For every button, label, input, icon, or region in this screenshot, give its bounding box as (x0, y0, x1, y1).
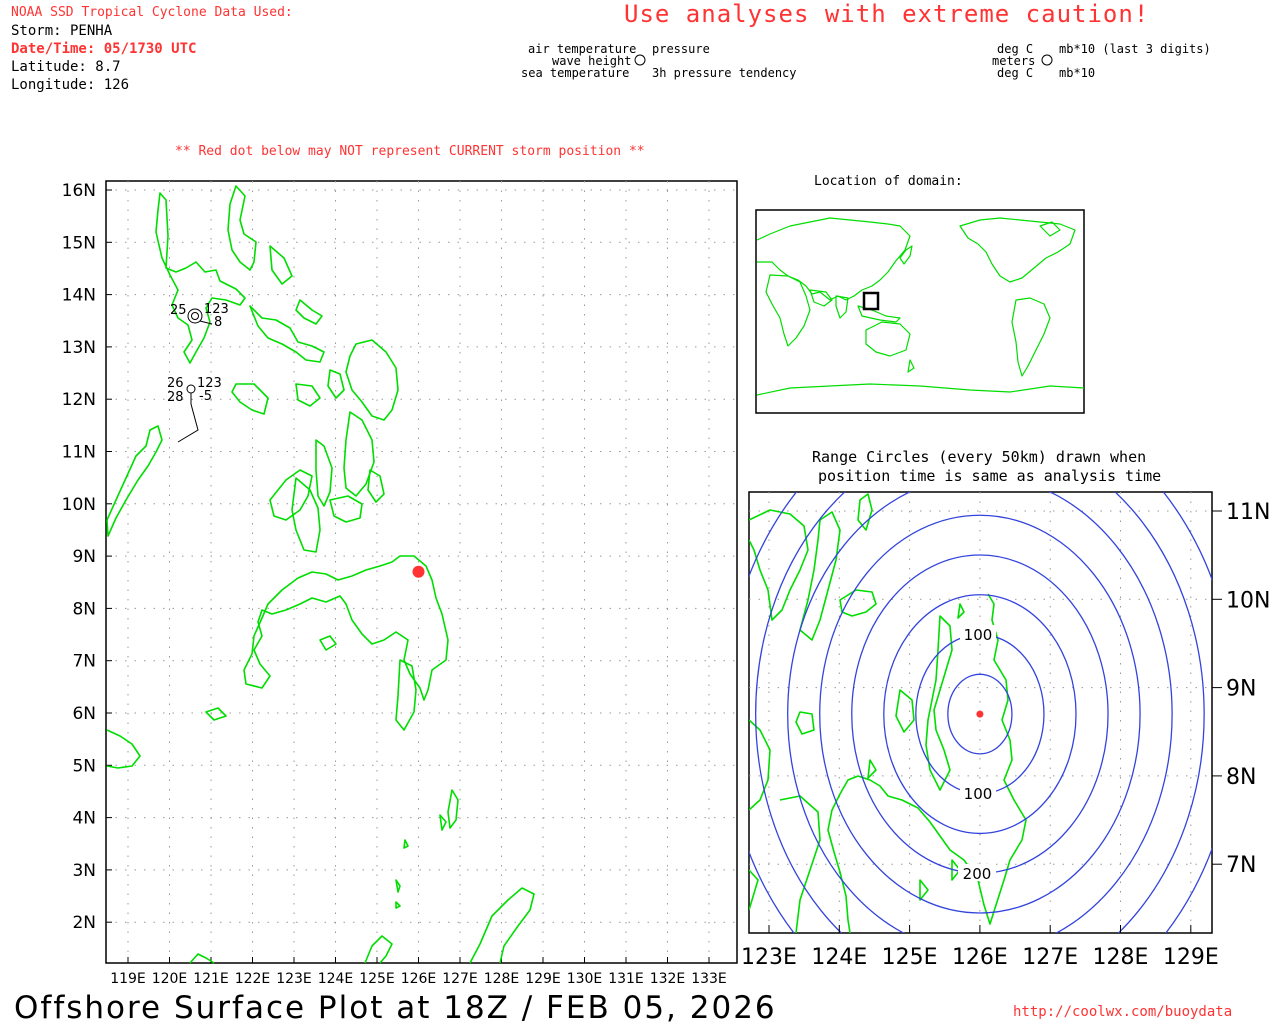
main-lon-label: 130E (567, 971, 603, 987)
range-lon-label: 126E (952, 945, 1008, 970)
main-lat-label: 9N (72, 547, 96, 567)
main-lon-label: 129E (525, 971, 561, 987)
main-lat-label: 10N (62, 495, 96, 515)
station-1-tendency: 8 (214, 315, 222, 330)
main-lon-label: 126E (401, 971, 437, 987)
range-label-100-north: 100 (964, 626, 993, 644)
range-lon-label: 123E (741, 945, 797, 970)
range-lon-label: 124E (811, 945, 867, 970)
main-lat-label: 2N (72, 913, 96, 933)
station-2-tendency: -5 (199, 389, 212, 404)
range-lon-label: 127E (1022, 945, 1078, 970)
map-canvas: 25 123 8 26 123 28 -5 16N15N14N13N12N11N… (62, 54, 1271, 1024)
range-label-200-south: 200 (963, 865, 992, 883)
range-lat-label: 11N (1226, 500, 1270, 525)
range-circle-map[interactable]: 100 100 200 11N 10N 9N 8N 7N 123E 124E 125E 126… (724, 396, 1271, 1024)
main-lat-label: 15N (62, 233, 96, 253)
range-map-storm-marker[interactable] (976, 710, 984, 718)
main-lon-label: 124E (318, 971, 354, 987)
station-1-air-temp: 25 (170, 303, 187, 318)
main-lat-label: 14N (62, 286, 96, 306)
main-lat-label: 16N (62, 181, 96, 201)
main-lon-label: 131E (608, 971, 644, 987)
main-lon-label: 132E (650, 971, 686, 987)
main-lon-label: 123E (276, 971, 312, 987)
range-lon-label: 129E (1163, 945, 1219, 970)
station-2-air-temp: 26 (167, 376, 184, 391)
main-lat-label: 3N (72, 861, 96, 881)
main-lon-label: 133E (691, 971, 727, 987)
legend-unit-circle (1041, 54, 1053, 66)
range-lon-label: 125E (882, 945, 938, 970)
station-2-sea-temp: 28 (167, 390, 184, 405)
main-lon-label: 119E (110, 971, 146, 987)
main-lat-label: 8N (72, 599, 96, 619)
range-lat-label: 10N (1226, 588, 1270, 613)
location-map-frame (755, 209, 1085, 414)
range-lat-label: 7N (1226, 853, 1256, 878)
main-lon-label: 125E (359, 971, 395, 987)
main-lat-label: 5N (72, 756, 96, 776)
main-map-lon-labels: 119E 120E 121E 122E 123E 124E 125E 126E 127E 128E… (110, 971, 727, 987)
range-map-lon-labels: 123E 124E 125E 126E 127E 128E 129E (741, 945, 1219, 970)
main-lon-label: 127E (442, 971, 478, 987)
legend-station-circle (634, 54, 646, 66)
range-map-lat-labels: 11N 10N 9N 8N 7N (1226, 500, 1270, 878)
main-lon-label: 128E (484, 971, 520, 987)
main-lon-label: 121E (193, 971, 229, 987)
main-lat-label: 7N (72, 652, 96, 672)
main-lat-label: 11N (62, 443, 96, 463)
range-lat-label: 9N (1226, 677, 1256, 702)
main-map-lat-labels: 16N 15N 14N 13N 12N 11N 10N 9N 8N 7N 6N 5N 4N 3N 2N (62, 181, 96, 933)
main-map[interactable]: 25 123 8 26 123 28 -5 16N15N14N13N12N11N… (62, 180, 738, 987)
main-lat-label: 4N (72, 809, 96, 829)
range-lon-label: 128E (1093, 945, 1149, 970)
main-lat-label: 6N (72, 704, 96, 724)
storm-position-marker[interactable] (412, 565, 425, 578)
range-lat-label: 8N (1226, 765, 1256, 790)
location-map[interactable] (755, 209, 1085, 414)
main-lon-label: 122E (235, 971, 271, 987)
main-lat-label: 12N (62, 390, 96, 410)
range-label-100-south: 100 (964, 785, 993, 803)
main-lat-label: 13N (62, 338, 96, 358)
main-lon-label: 120E (152, 971, 188, 987)
